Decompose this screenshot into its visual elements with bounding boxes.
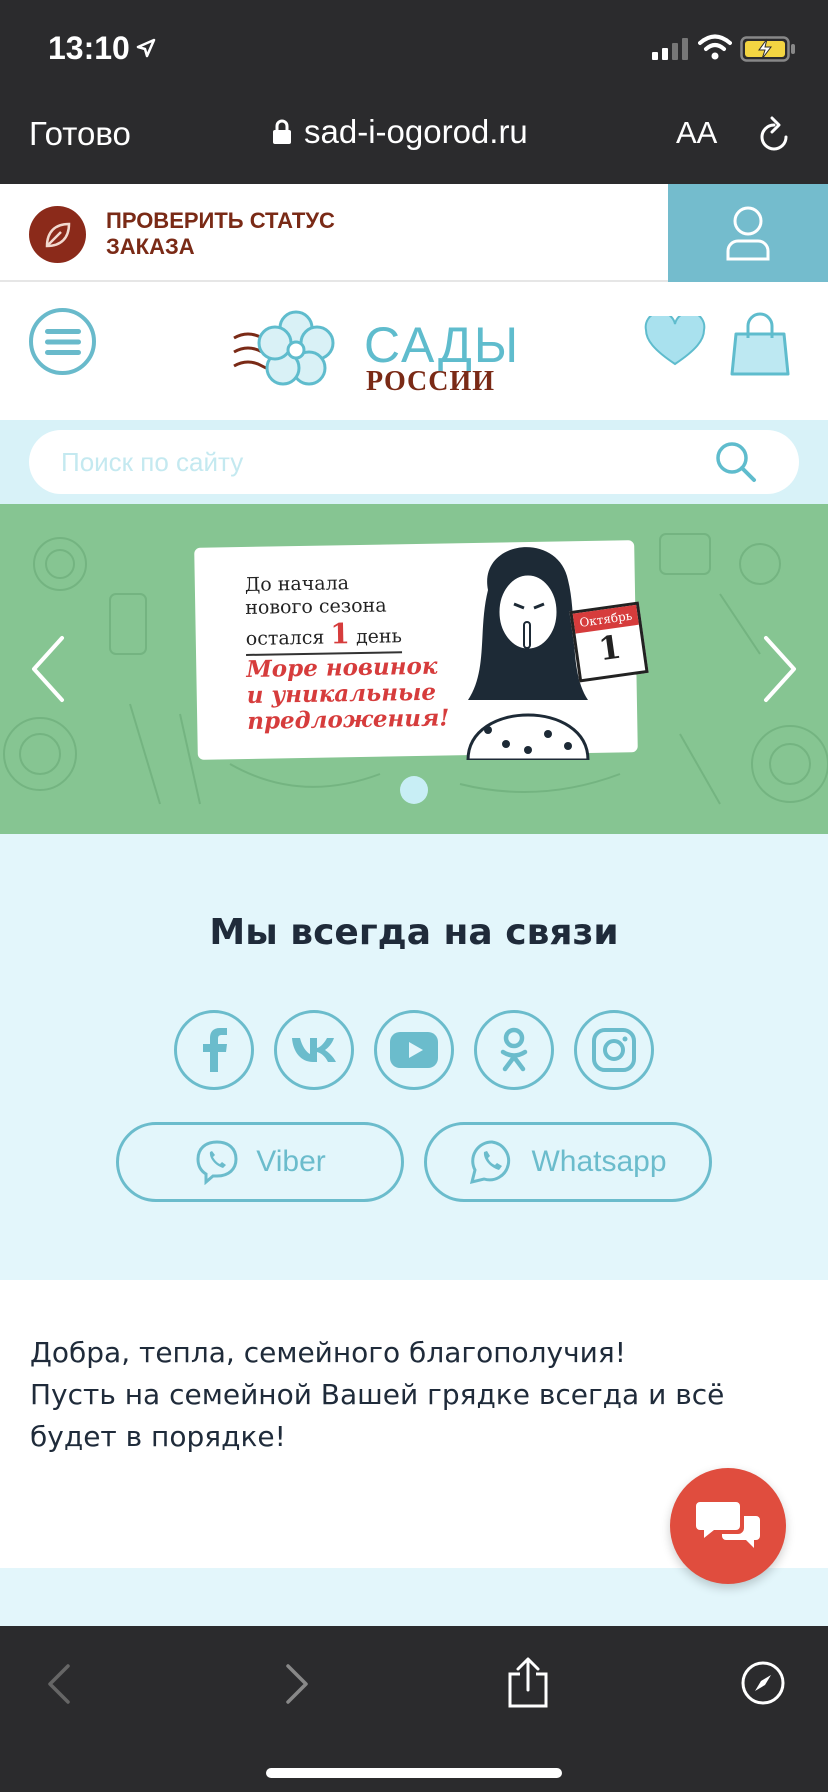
whatsapp-label: Whatsapp <box>531 1145 667 1178</box>
chat-button[interactable] <box>670 1468 786 1584</box>
compass-icon[interactable] <box>740 1660 786 1706</box>
status-bar: 13:10 <box>0 0 828 95</box>
wifi-icon <box>698 34 732 60</box>
odnoklassniki-icon <box>500 1027 528 1072</box>
instagram-icon <box>592 1028 636 1072</box>
viber-button[interactable]: Viber <box>116 1122 404 1202</box>
user-icon <box>726 206 770 261</box>
banner-line-3-suffix: день <box>355 625 403 649</box>
whatsapp-icon <box>470 1140 511 1185</box>
search-icon[interactable] <box>714 440 758 484</box>
reload-icon[interactable] <box>756 115 792 155</box>
url-field[interactable]: sad-i-ogorod.ru <box>272 113 528 151</box>
share-icon[interactable] <box>506 1656 550 1708</box>
contacts-title: Мы всегда на связи <box>209 912 619 953</box>
done-button[interactable]: Готово <box>29 115 131 153</box>
battery-charging-icon <box>740 36 795 62</box>
lock-icon <box>273 119 291 144</box>
youtube-button[interactable] <box>374 1010 454 1090</box>
order-status-link[interactable]: ПРОВЕРИТЬ СТАТУС ЗАКАЗА <box>106 208 406 260</box>
favorites-heart-icon[interactable] <box>644 316 706 368</box>
banner-line-3-prefix: остался <box>245 626 325 650</box>
cellular-signal-icon <box>652 38 688 60</box>
viber-label: Viber <box>256 1145 326 1178</box>
flower-logo-icon[interactable] <box>232 304 362 400</box>
menu-button[interactable] <box>29 308 96 375</box>
text-size-button[interactable]: AA <box>676 115 717 151</box>
logo-text-bottom: РОССИИ <box>366 366 496 397</box>
banner-line-1: До начала <box>244 572 350 596</box>
site-header: САДЫ РОССИИ <box>0 282 828 420</box>
youtube-icon <box>390 1032 438 1068</box>
status-time: 13:10 <box>48 30 130 66</box>
forward-icon[interactable] <box>282 1662 312 1706</box>
banner-promo-text: Море новинок и уникальные предложения! <box>246 652 450 735</box>
greeting-line-1: Добра, тепла, семейного благополучия! <box>30 1336 626 1369</box>
browser-toolbar <box>0 1626 828 1792</box>
search-input[interactable] <box>29 430 799 494</box>
banner-line-3: остался 1 день <box>245 616 403 656</box>
viber-icon <box>196 1140 238 1185</box>
order-status-bar: ПРОВЕРИТЬ СТАТУС ЗАКАЗА <box>0 184 828 282</box>
odnoklassniki-button[interactable] <box>474 1010 554 1090</box>
calendar-page: Октябрь 1 <box>569 601 649 683</box>
whatsapp-button[interactable]: Whatsapp <box>424 1122 712 1202</box>
greeting-text: Добра, тепла, семейного благополучия! Пу… <box>30 1332 770 1458</box>
account-button[interactable] <box>668 184 828 282</box>
chat-bubbles-icon <box>696 1502 760 1548</box>
leaf-icon[interactable] <box>29 206 86 263</box>
carousel-dot[interactable] <box>400 776 428 804</box>
chevron-left-icon[interactable] <box>28 634 68 704</box>
home-indicator[interactable] <box>266 1768 562 1778</box>
url-text: sad-i-ogorod.ru <box>304 113 528 150</box>
instagram-button[interactable] <box>574 1010 654 1090</box>
location-arrow-icon <box>136 38 156 58</box>
promo-banner[interactable]: До начала нового сезона остался 1 день М… <box>0 504 828 834</box>
vk-button[interactable] <box>274 1010 354 1090</box>
vk-icon <box>292 1038 336 1062</box>
greeting-line-2: Пусть на семейной Вашей грядке всегда и … <box>30 1378 725 1453</box>
chevron-right-icon[interactable] <box>760 634 800 704</box>
shopping-bag-icon[interactable] <box>730 312 790 376</box>
facebook-button[interactable] <box>174 1010 254 1090</box>
contacts-section: Мы всегда на связи Viber Whatsapp <box>0 834 828 1280</box>
search-bar <box>0 420 828 504</box>
browser-address-bar: Готово sad-i-ogorod.ru AA <box>0 95 828 184</box>
banner-days-number: 1 <box>330 617 351 651</box>
facebook-icon <box>203 1028 227 1072</box>
back-icon[interactable] <box>44 1662 74 1706</box>
banner-line-2: нового сезона <box>245 594 387 619</box>
hamburger-icon <box>44 328 81 355</box>
